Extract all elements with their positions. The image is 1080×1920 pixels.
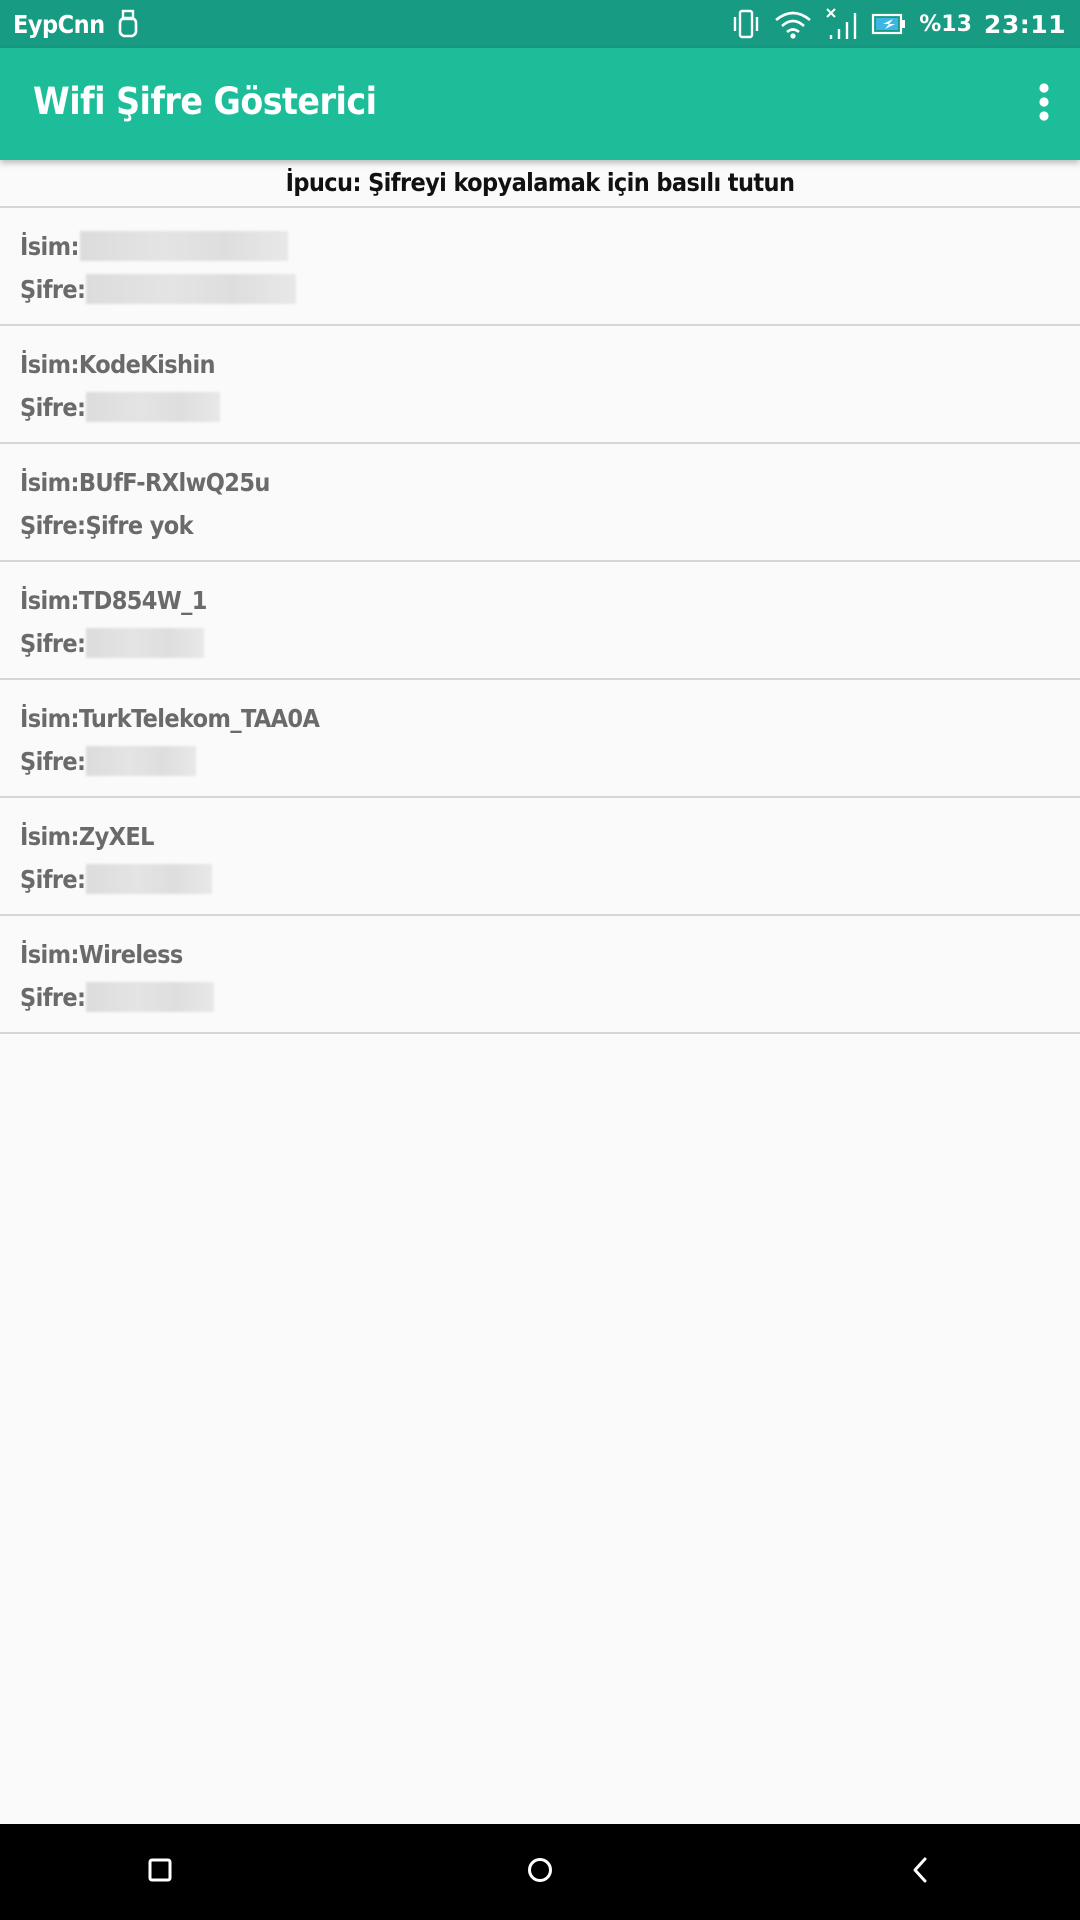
network-name: ZyXEL	[78, 821, 155, 851]
back-chevron-icon	[910, 1856, 930, 1889]
name-label: İsim:	[20, 467, 79, 497]
name-label: İsim:	[20, 821, 79, 851]
network-name: Wireless	[78, 939, 183, 969]
wifi-list: İsim: Şifre: İsim: KodeKishin Şifre: İsi…	[0, 208, 1080, 1034]
network-password-row: Şifre: Şifre yok	[20, 505, 194, 545]
network-name: TD854W_1	[78, 585, 207, 615]
list-item[interactable]: İsim: BUfF-RXlwQ25u Şifre: Şifre yok	[0, 444, 1080, 562]
network-password-row: Şifre:	[20, 387, 221, 427]
screen: EypCnn %13 23:11 Wifi Şifre Gösterici İp…	[0, 0, 1080, 1920]
list-item[interactable]: İsim: TD854W_1 Şifre:	[0, 562, 1080, 680]
redacted-password	[86, 982, 215, 1012]
password-label: Şifre:	[20, 510, 86, 540]
network-name: TurkTelekom_TAA0A	[78, 703, 320, 733]
network-password-row: Şifre:	[20, 269, 297, 309]
network-password-row: Şifre:	[20, 623, 205, 663]
network-name: BUfF-RXlwQ25u	[78, 467, 271, 497]
network-name-row: İsim: ZyXEL	[20, 816, 155, 856]
password-label: Şifre:	[20, 628, 86, 658]
battery-charging-icon	[871, 12, 907, 36]
app-bar: Wifi Şifre Gösterici	[0, 48, 1080, 160]
network-name-row: İsim: TD854W_1	[20, 580, 207, 620]
more-vert-icon	[1037, 82, 1051, 127]
name-label: İsim:	[20, 585, 79, 615]
redacted-password	[86, 746, 197, 776]
navigation-bar	[0, 1824, 1080, 1920]
network-name-row: İsim:	[20, 226, 288, 266]
password-label: Şifre:	[20, 274, 86, 304]
list-item[interactable]: İsim: TurkTelekom_TAA0A Şifre:	[0, 680, 1080, 798]
recents-square-icon	[147, 1857, 173, 1888]
list-item[interactable]: İsim: Şifre:	[0, 208, 1080, 326]
network-password-row: Şifre:	[20, 977, 215, 1017]
password-label: Şifre:	[20, 746, 86, 776]
battery-percent: %13	[919, 11, 972, 37]
carrier-name: EypCnn	[13, 9, 105, 39]
redacted-password	[86, 864, 213, 894]
no-signal-icon	[825, 7, 859, 41]
redacted-password	[86, 274, 297, 304]
wifi-icon	[773, 8, 813, 40]
network-name-row: İsim: BUfF-RXlwQ25u	[20, 462, 270, 502]
network-name: KodeKishin	[78, 349, 216, 379]
network-password-row: Şifre:	[20, 859, 213, 899]
overflow-menu-button[interactable]	[1022, 74, 1066, 134]
list-item[interactable]: İsim: Wireless Şifre:	[0, 916, 1080, 1034]
app-title: Wifi Şifre Gösterici	[33, 80, 377, 123]
status-bar: EypCnn %13 23:11	[0, 0, 1080, 48]
name-label: İsim:	[20, 939, 79, 969]
home-button[interactable]	[492, 1824, 588, 1920]
password-label: Şifre:	[20, 982, 86, 1012]
network-password-row: Şifre:	[20, 741, 197, 781]
network-name-row: İsim: Wireless	[20, 934, 183, 974]
network-password: Şifre yok	[85, 510, 193, 540]
home-circle-icon	[526, 1856, 554, 1889]
vibrate-icon	[731, 8, 761, 40]
password-label: Şifre:	[20, 864, 86, 894]
redacted-password	[86, 392, 221, 422]
name-label: İsim:	[20, 349, 79, 379]
redacted-name	[79, 231, 288, 261]
back-button[interactable]	[872, 1824, 968, 1920]
recents-button[interactable]	[112, 1824, 208, 1920]
list-item[interactable]: İsim: ZyXEL Şifre:	[0, 798, 1080, 916]
network-name-row: İsim: KodeKishin	[20, 344, 216, 384]
network-name-row: İsim: TurkTelekom_TAA0A	[20, 698, 320, 738]
name-label: İsim:	[20, 703, 79, 733]
list-item[interactable]: İsim: KodeKishin Şifre:	[0, 326, 1080, 444]
redacted-password	[86, 628, 205, 658]
password-label: Şifre:	[20, 392, 86, 422]
name-label: İsim:	[20, 231, 79, 261]
hint-text: İpucu: Şifreyi kopyalamak için basılı tu…	[0, 160, 1080, 208]
usb-icon	[117, 9, 139, 39]
clock: 23:11	[983, 9, 1066, 39]
